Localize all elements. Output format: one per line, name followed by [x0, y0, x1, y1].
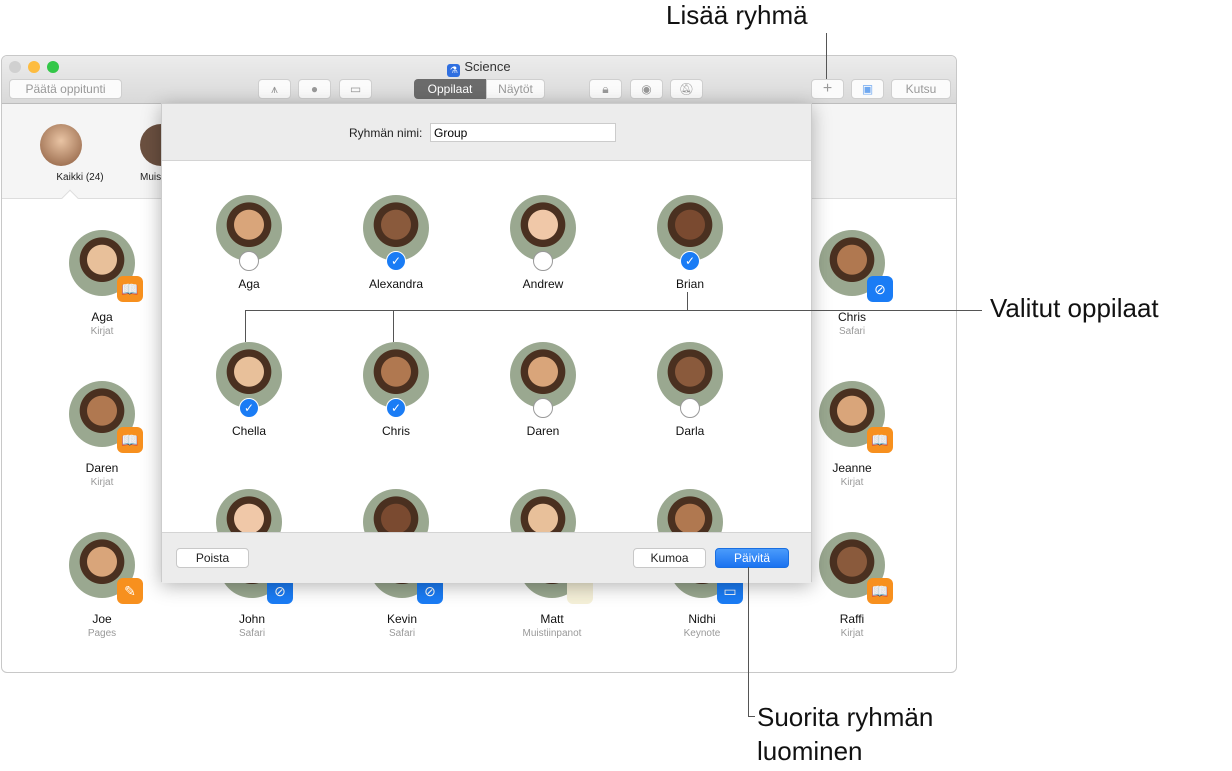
- dialog-header: Ryhmän nimi:: [162, 104, 811, 161]
- student-app: Muistiinpanot: [522, 628, 582, 639]
- student-avatar: 📖: [69, 381, 143, 453]
- app-icon: 📖: [117, 427, 143, 453]
- member-avatar: ✓: [363, 342, 429, 418]
- student-app: Keynote: [683, 628, 721, 639]
- member-item[interactable]: ✓ Alexandra: [326, 195, 466, 291]
- member-item[interactable]: ✓ Chris: [326, 342, 466, 438]
- annotation-finish: Suorita ryhmän luominen: [757, 700, 933, 768]
- student-name: Nidhi: [688, 612, 716, 626]
- member-name: Brian: [675, 277, 704, 291]
- member-avatar: [510, 489, 576, 532]
- member-avatar: [510, 195, 576, 271]
- member-name: Aga: [238, 277, 260, 291]
- app-icon: ✎: [117, 578, 143, 604]
- checkmark-icon[interactable]: ✓: [239, 398, 259, 418]
- member-item[interactable]: ✓ Chella: [179, 342, 319, 438]
- checkbox[interactable]: [533, 398, 553, 418]
- member-item[interactable]: [620, 489, 760, 532]
- annotation-line: [748, 567, 749, 717]
- member-avatar: [510, 342, 576, 418]
- student-avatar: ⊘: [819, 230, 893, 302]
- student-avatar: 📖: [69, 230, 143, 302]
- cancel-button[interactable]: Kumoa: [633, 548, 706, 568]
- student-card[interactable]: 📖 Daren Kirjat: [32, 381, 172, 488]
- student-card[interactable]: ✎ Joe Pages: [32, 532, 172, 639]
- update-button[interactable]: Päivitä: [715, 548, 789, 568]
- checkmark-icon[interactable]: ✓: [680, 251, 700, 271]
- student-name: Aga: [91, 310, 113, 324]
- student-app: Kirjat: [90, 477, 114, 488]
- member-item[interactable]: [473, 489, 613, 532]
- student-avatar: 📖: [819, 532, 893, 604]
- student-app: Kirjat: [840, 628, 864, 639]
- annotation-line2: luominen: [757, 736, 863, 766]
- member-item[interactable]: [326, 489, 466, 532]
- group-name-input[interactable]: [430, 123, 616, 142]
- annotation-selected-students: Valitut oppilaat: [990, 293, 1159, 323]
- member-grid: Aga ✓ Alexandra Andrew ✓ Brian ✓ Chella ✓ Ch…: [162, 161, 811, 532]
- member-name: Alexandra: [368, 277, 424, 291]
- checkmark-icon[interactable]: ✓: [386, 398, 406, 418]
- member-name: Chella: [231, 424, 267, 438]
- app-icon: 📖: [867, 427, 893, 453]
- student-name: Matt: [540, 612, 564, 626]
- student-avatar: ✎: [69, 532, 143, 604]
- student-card[interactable]: 📖 Aga Kirjat: [32, 230, 172, 337]
- member-name: Daren: [526, 424, 560, 438]
- student-name: Daren: [85, 461, 119, 475]
- member-item[interactable]: [179, 489, 319, 532]
- group-name-label: Ryhmän nimi:: [349, 126, 423, 140]
- member-item[interactable]: ✓ Brian: [620, 195, 760, 291]
- member-name: Andrew: [522, 277, 564, 291]
- member-name: Darla: [675, 424, 705, 438]
- student-app: Kirjat: [90, 326, 114, 337]
- group-dialog: Ryhmän nimi: Aga ✓ Alexandra Andrew ✓ Bria…: [161, 103, 812, 583]
- checkmark-icon[interactable]: ✓: [386, 251, 406, 271]
- student-app: Safari: [238, 628, 266, 639]
- student-avatar: 📖: [819, 381, 893, 453]
- member-avatar: [216, 489, 282, 532]
- member-item[interactable]: Daren: [473, 342, 613, 438]
- checkbox[interactable]: [533, 251, 553, 271]
- delete-button[interactable]: Poista: [176, 548, 249, 568]
- member-item[interactable]: Andrew: [473, 195, 613, 291]
- app-icon: 📖: [117, 276, 143, 302]
- annotation-add-group: Lisää ryhmä: [666, 0, 808, 30]
- annotation-line: [748, 716, 755, 717]
- student-name: Kevin: [386, 612, 418, 626]
- annotation-line: [393, 310, 394, 342]
- member-avatar: [216, 195, 282, 271]
- student-name: John: [238, 612, 266, 626]
- member-avatar: ✓: [657, 195, 723, 271]
- annotation-line: [245, 310, 246, 342]
- annotation-line: [826, 33, 827, 79]
- annotation-line: [245, 310, 982, 311]
- app-icon: ⊘: [867, 276, 893, 302]
- member-name: Chris: [381, 424, 410, 438]
- member-avatar: [657, 489, 723, 532]
- annotation-line1: Suorita ryhmän: [757, 702, 934, 732]
- annotation-line: [687, 292, 688, 310]
- student-name: Joe: [92, 612, 112, 626]
- dialog-footer: Poista Kumoa Päivitä: [162, 532, 811, 583]
- checkbox[interactable]: [239, 251, 259, 271]
- member-avatar: [363, 489, 429, 532]
- member-avatar: [657, 342, 723, 418]
- member-item[interactable]: Darla: [620, 342, 760, 438]
- checkbox[interactable]: [680, 398, 700, 418]
- member-avatar: ✓: [216, 342, 282, 418]
- student-app: Safari: [388, 628, 416, 639]
- member-avatar: ✓: [363, 195, 429, 271]
- student-app: Pages: [87, 628, 117, 639]
- student-name: Raffi: [839, 612, 865, 626]
- app-icon: 📖: [867, 578, 893, 604]
- member-item[interactable]: Aga: [179, 195, 319, 291]
